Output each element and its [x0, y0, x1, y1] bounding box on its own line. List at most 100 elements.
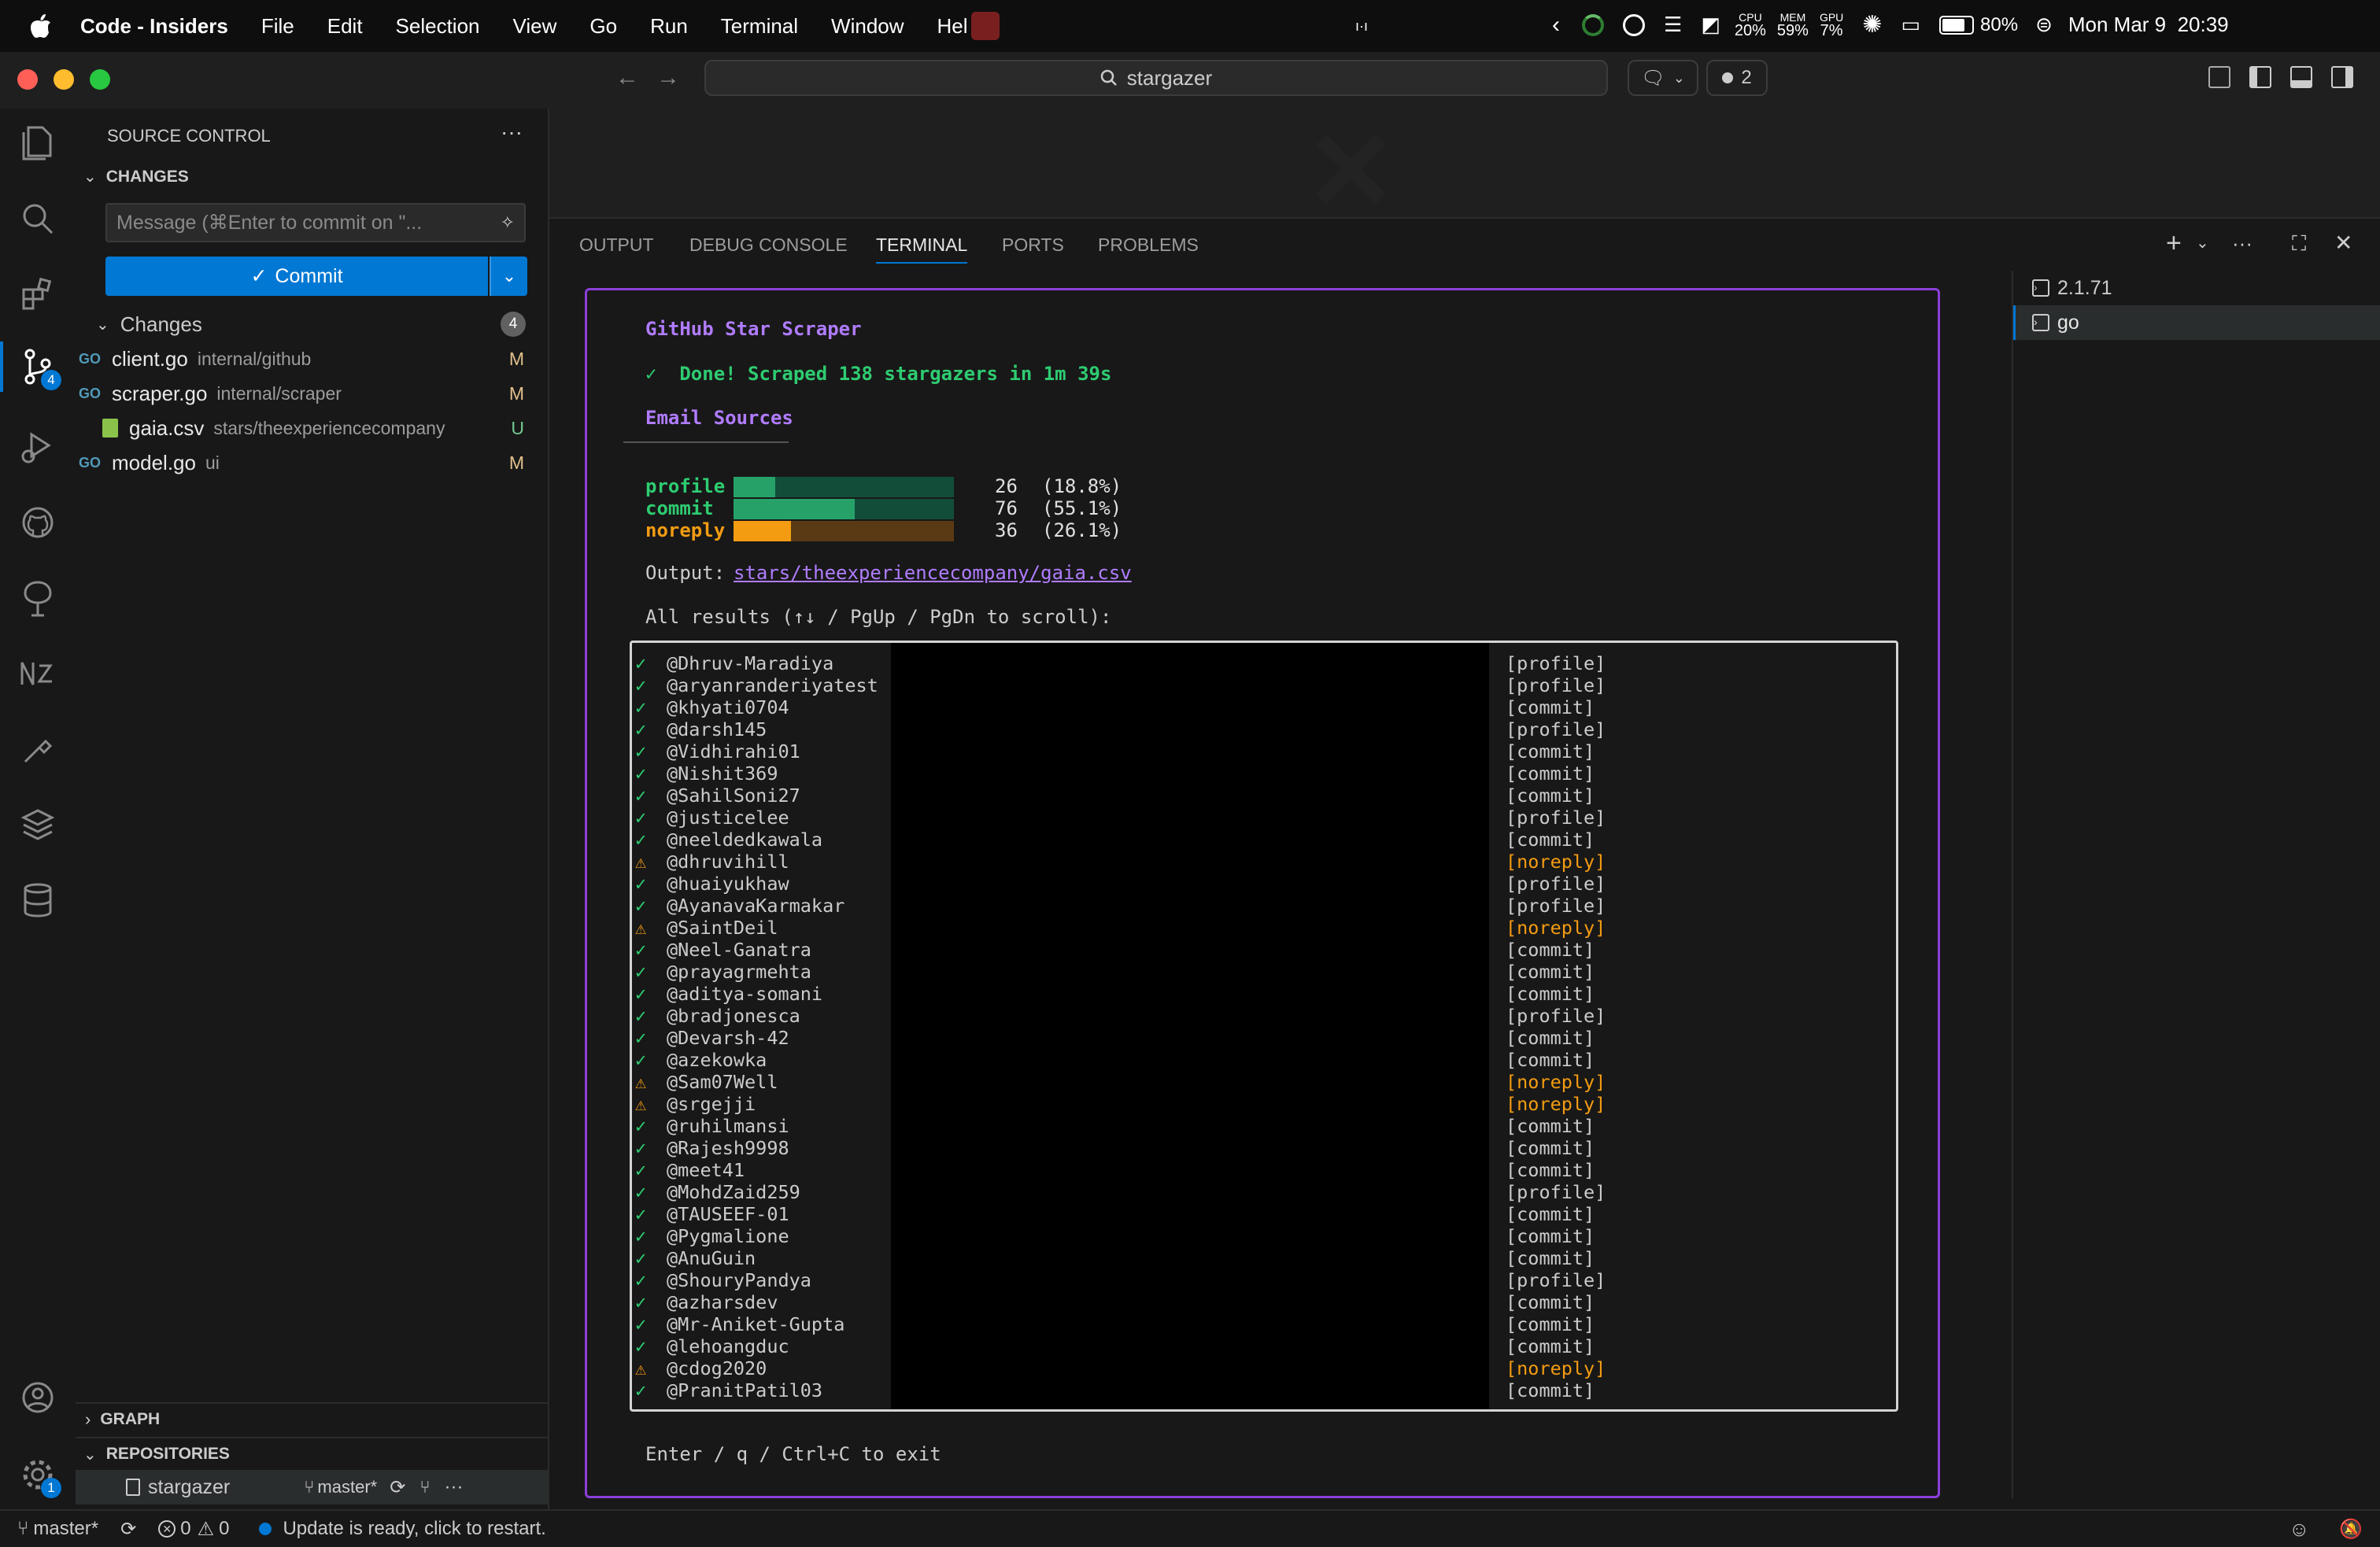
copilot-icon[interactable]: ☺ — [2289, 1517, 2310, 1541]
list-item[interactable]: ✓ @MohdZaid259 [profile] — [632, 1181, 1896, 1203]
app-status-icon[interactable] — [970, 12, 1000, 40]
list-item[interactable]: ⚠ @srgejji [noreply] — [632, 1093, 1896, 1115]
zoom-window-button[interactable] — [90, 69, 110, 90]
battery-icon[interactable] — [1939, 15, 1975, 35]
new-terminal-icon[interactable]: + — [2166, 228, 2182, 259]
file-row-gaia-csv[interactable]: gaia.csv stars/theexperiencecompany U — [76, 411, 548, 445]
list-item[interactable]: ✓ @ShouryPandya [profile] — [632, 1269, 1896, 1291]
changes-group-row[interactable]: ⌄ Changes 4 — [76, 307, 548, 342]
results-list[interactable]: ✓ @Dhruv-Maradiya [profile] ✓ @aryanranderiy… — [630, 641, 1898, 1412]
list-item[interactable]: ✓ @khyati0704 [commit] — [632, 696, 1896, 718]
repository-row[interactable]: stargazer ⑂ master* ⟳ ⑂ ··· — [76, 1470, 548, 1505]
list-item[interactable]: ✓ @darsh145 [profile] — [632, 718, 1896, 740]
menu-view[interactable]: View — [513, 14, 557, 39]
file-row-model-go[interactable]: GO model.go ui M — [76, 445, 548, 480]
run-debug-icon[interactable] — [17, 426, 58, 467]
list-item[interactable]: ✓ @huaiyukhaw [profile] — [632, 873, 1896, 895]
menu-file[interactable]: File — [261, 14, 294, 39]
chevron-left-icon[interactable]: ‹ — [1552, 12, 1560, 39]
cpu-stat[interactable]: CPU 20% — [1735, 12, 1766, 39]
list-item[interactable]: ✓ @aditya-somani [commit] — [632, 983, 1896, 1005]
list-item[interactable]: ✓ @SahilSoni27 [commit] — [632, 785, 1896, 807]
commit-message-input[interactable]: Message (⌘Enter to commit on "... ✧ — [105, 203, 526, 242]
graph-section-header[interactable]: › GRAPH — [76, 1402, 548, 1435]
menu-terminal[interactable]: Terminal — [721, 14, 798, 39]
extensions-icon[interactable] — [17, 274, 58, 315]
warning-icon[interactable]: ⚠ — [198, 1518, 215, 1541]
app-name[interactable]: Code - Insiders — [80, 14, 228, 39]
menu-selection[interactable]: Selection — [396, 14, 480, 39]
close-window-button[interactable] — [17, 69, 38, 90]
list-item[interactable]: ✓ @meet41 [commit] — [632, 1159, 1896, 1181]
chat-button[interactable]: 🗨 ⌄ — [1628, 60, 1698, 96]
focus-icon[interactable] — [1623, 13, 1645, 36]
terminal-session-claude[interactable]: › 2.1.71 — [2013, 271, 2380, 305]
mem-stat[interactable]: MEM 59% — [1777, 12, 1809, 39]
menu-run[interactable]: Run — [650, 14, 688, 39]
github-icon[interactable] — [17, 502, 58, 543]
customize-layout-icon[interactable] — [2208, 66, 2230, 88]
commit-dropdown-button[interactable]: ⌄ — [490, 257, 527, 296]
close-panel-icon[interactable]: ✕ — [2334, 230, 2352, 256]
list-item[interactable]: ✓ @Vidhirahi01 [commit] — [632, 740, 1896, 762]
list-item[interactable]: ✓ @prayagrmehta [commit] — [632, 961, 1896, 983]
more-actions-icon[interactable]: ··· — [445, 1476, 464, 1498]
list-item[interactable]: ✓ @ruhilmansi [commit] — [632, 1115, 1896, 1137]
list-item[interactable]: ⚠ @cdog2020 [noreply] — [632, 1357, 1896, 1379]
repositories-section-header[interactable]: ⌄ REPOSITORIES — [76, 1437, 548, 1470]
list-item[interactable]: ✓ @bradjonesca [profile] — [632, 1005, 1896, 1027]
remote-explorer-icon[interactable] — [17, 578, 58, 618]
file-row-scraper-go[interactable]: GO scraper.go internal/scraper M — [76, 376, 548, 411]
list-item[interactable]: ✓ @Dhruv-Maradiya [profile] — [632, 652, 1896, 674]
list-item[interactable]: ⚠ @SaintDeil [noreply] — [632, 917, 1896, 939]
list-item[interactable]: ✓ @azekowka [commit] — [632, 1049, 1896, 1071]
list-icon[interactable]: ☰ — [1664, 13, 1682, 37]
terminal-session-go[interactable]: › go — [2013, 305, 2380, 340]
maximize-panel-icon[interactable]: ⛶ — [2292, 231, 2306, 257]
stage-icon[interactable]: ◩ — [1701, 13, 1720, 37]
settings-gear-icon[interactable]: 1 — [17, 1454, 61, 1498]
pending-changes-badge[interactable]: 2 — [1706, 60, 1768, 96]
list-item[interactable]: ✓ @Nishit369 [commit] — [632, 762, 1896, 785]
notifications-icon[interactable]: 🔕 — [2339, 1518, 2363, 1541]
menu-window[interactable]: Window — [831, 14, 904, 39]
sync-icon[interactable]: ⟳ — [120, 1518, 136, 1541]
commit-button[interactable]: ✓ Commit — [105, 257, 488, 296]
sync-icon[interactable]: ⟳ — [390, 1476, 405, 1499]
list-item[interactable]: ✓ @Pygmalione [commit] — [632, 1225, 1896, 1247]
file-row-client-go[interactable]: GO client.go internal/github M — [76, 342, 548, 376]
gpu-stat[interactable]: GPU 7% — [1820, 12, 1843, 39]
forward-arrow-icon[interactable]: → — [656, 65, 680, 91]
sparkle-icon[interactable]: ✧ — [501, 212, 515, 233]
list-item[interactable]: ✓ @justicelee [profile] — [632, 807, 1896, 829]
list-item[interactable]: ⚠ @dhruvihill [noreply] — [632, 851, 1896, 873]
output-path-link[interactable]: stars/theexperiencecompany/gaia.csv — [734, 562, 1132, 584]
display-icon[interactable]: ▭ — [1901, 13, 1920, 37]
list-item[interactable]: ✓ @lehoangduc [commit] — [632, 1335, 1896, 1357]
update-message[interactable]: Update is ready, click to restart. — [283, 1518, 545, 1540]
gear-status-icon[interactable]: ✺ — [1862, 11, 1882, 39]
list-item[interactable]: ⚠ @Sam07Well [noreply] — [632, 1071, 1896, 1093]
toggle-primary-sidebar-icon[interactable] — [2249, 66, 2271, 88]
list-item[interactable]: ✓ @aryanranderiyatest [profile] — [632, 674, 1896, 696]
tab-debug-console[interactable]: DEBUG CONSOLE — [689, 234, 848, 256]
control-center-icon[interactable]: ⊜ — [2035, 13, 2053, 37]
error-icon[interactable]: ✕ — [158, 1520, 176, 1538]
tab-ports[interactable]: PORTS — [1002, 234, 1064, 256]
layers-icon[interactable] — [17, 804, 58, 845]
changes-section-header[interactable]: ⌄ CHANGES — [83, 167, 189, 186]
chevron-down-icon[interactable]: ⌄ — [2196, 233, 2209, 253]
toggle-secondary-sidebar-icon[interactable] — [2331, 66, 2353, 88]
toggle-panel-icon[interactable] — [2290, 66, 2312, 88]
clock[interactable]: Mon Mar 9 20:39 — [2068, 13, 2229, 37]
list-item[interactable]: ✓ @AyanavaKarmakar [profile] — [632, 895, 1896, 917]
menu-go[interactable]: Go — [589, 14, 617, 39]
source-control-icon[interactable]: 4 — [17, 346, 61, 390]
list-item[interactable]: ✓ @Neel-Ganatra [commit] — [632, 939, 1896, 961]
menu-edit[interactable]: Edit — [327, 14, 363, 39]
tab-terminal[interactable]: TERMINAL — [876, 234, 968, 264]
apple-icon[interactable] — [30, 13, 52, 39]
tools-icon[interactable] — [17, 729, 58, 770]
list-item[interactable]: ✓ @Mr-Aniket-Gupta [commit] — [632, 1313, 1896, 1335]
list-item[interactable]: ✓ @PranitPatil03 [commit] — [632, 1379, 1896, 1401]
